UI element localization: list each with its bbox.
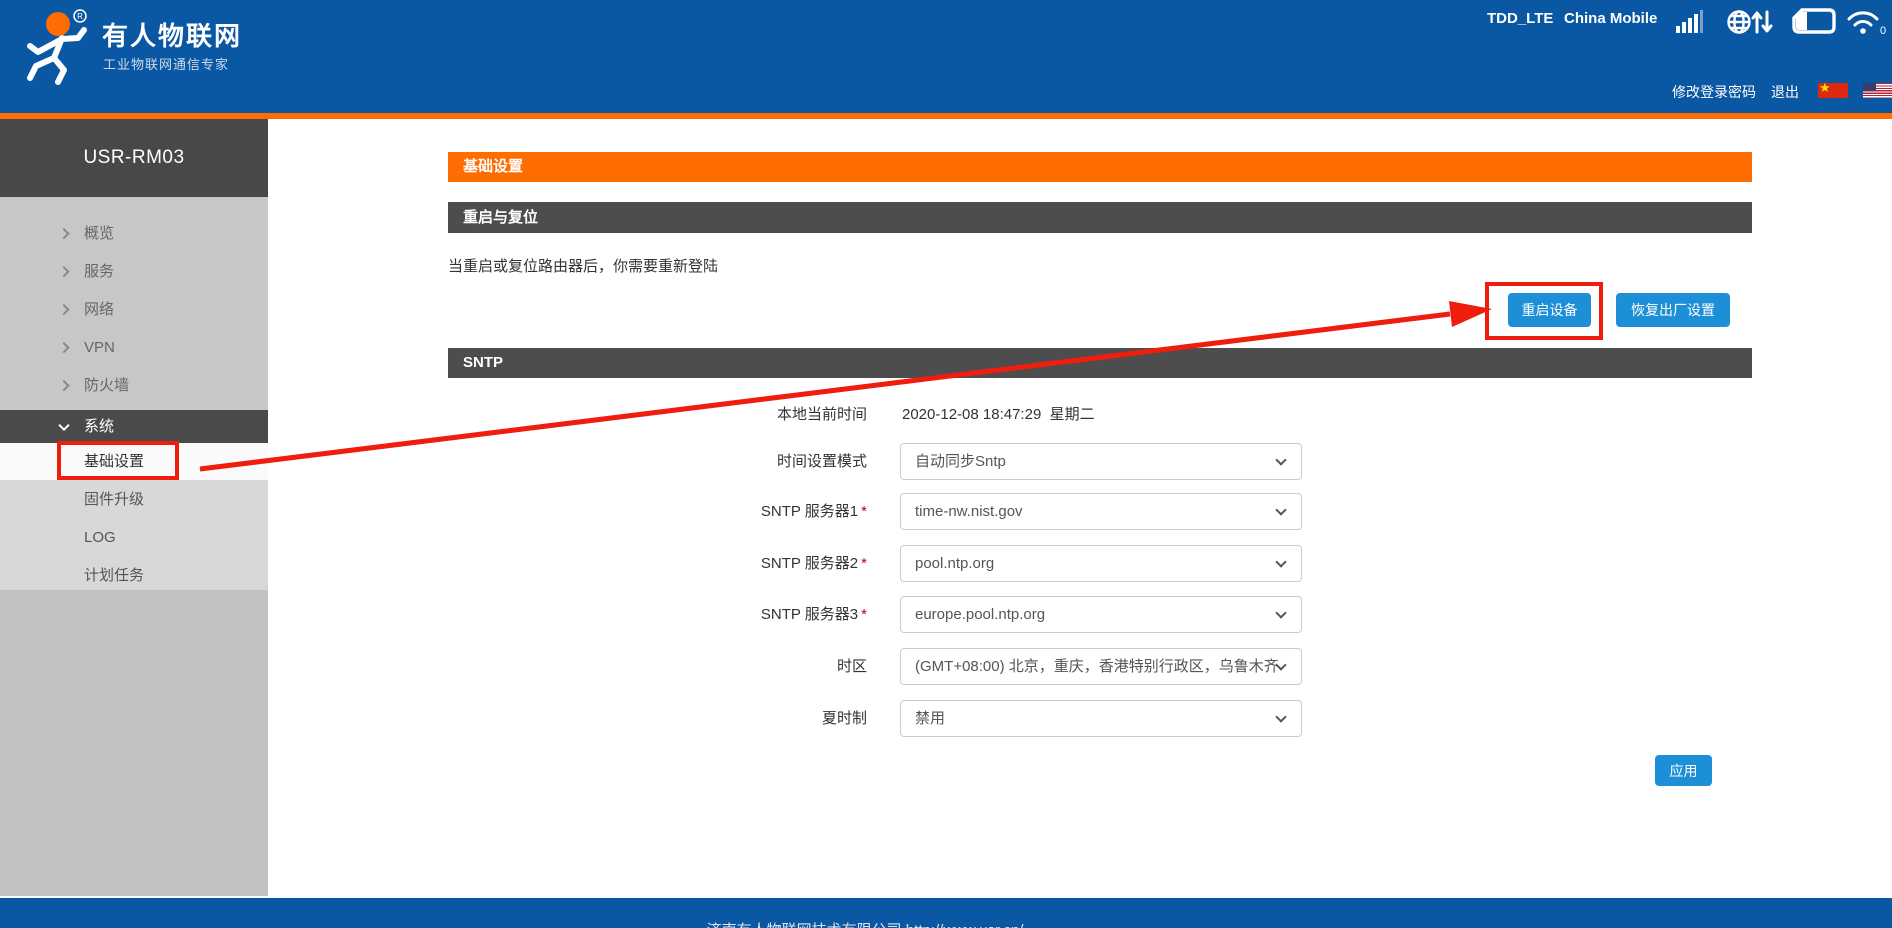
- apply-button[interactable]: 应用: [1655, 755, 1712, 786]
- sidebar-item-overview[interactable]: 概览: [0, 215, 268, 253]
- restart-section-title: 重启与复位: [448, 202, 1752, 233]
- sidebar-item-system[interactable]: 系统: [0, 410, 268, 443]
- chevron-right-icon: [58, 304, 69, 315]
- sidebar-item-vpn[interactable]: VPN: [0, 329, 268, 367]
- page-title: 基础设置: [448, 152, 1752, 182]
- usr-logo-icon: R: [16, 8, 96, 91]
- sidebar-filler: [0, 590, 268, 896]
- chevron-down-icon: [58, 419, 69, 430]
- footer: 济南有人物联网技术有限公司 http://www.usr.cn/: [0, 898, 1892, 928]
- sidebar-item-services[interactable]: 服务: [0, 253, 268, 291]
- data-globe-icon: [1727, 8, 1773, 41]
- sidebar-subitem-scheduled-tasks[interactable]: 计划任务: [0, 557, 268, 594]
- usa-flag-icon[interactable]: [1863, 83, 1892, 98]
- chevron-right-icon: [58, 380, 69, 391]
- registered-mark: R: [77, 12, 83, 21]
- field-label-timezone: 时区: [500, 648, 867, 685]
- wifi-icon: 0: [1846, 8, 1888, 41]
- sntp-server1-select[interactable]: time-nw.nist.gov: [900, 493, 1302, 530]
- sntp-section-title: SNTP: [448, 348, 1752, 378]
- device-name: USR-RM03: [0, 119, 268, 197]
- field-label-sntp-server1: SNTP 服务器1*: [500, 493, 867, 530]
- page: R 有人物联网 工业物联网通信专家 TDD_LTE China Mobile: [0, 0, 1892, 928]
- restart-note: 当重启或复位路由器后，你需要重新登陆: [448, 255, 718, 276]
- carrier-label: China Mobile: [1564, 10, 1657, 27]
- brand-title: 有人物联网: [102, 16, 242, 53]
- sidebar-item-network[interactable]: 网络: [0, 291, 268, 329]
- sntp-server3-select[interactable]: europe.pool.ntp.org: [900, 596, 1302, 633]
- field-label-local-time: 本地当前时间: [500, 403, 867, 424]
- required-marker: *: [861, 503, 867, 520]
- time-mode-select[interactable]: 自动同步Sntp: [900, 443, 1302, 480]
- accent-divider: [0, 113, 1892, 119]
- sidebar-subitem-basic-settings[interactable]: 基础设置: [0, 443, 268, 480]
- sntp-server2-select[interactable]: pool.ntp.org: [900, 545, 1302, 582]
- restart-device-button[interactable]: 重启设备: [1508, 293, 1591, 327]
- china-flag-icon[interactable]: ★: [1818, 83, 1848, 98]
- chevron-right-icon: [58, 228, 69, 239]
- factory-reset-button[interactable]: 恢复出厂设置: [1616, 293, 1730, 327]
- brand-subtitle: 工业物联网通信专家: [103, 54, 229, 73]
- required-marker: *: [861, 555, 867, 572]
- field-label-sntp-server3: SNTP 服务器3*: [500, 596, 867, 633]
- annotation-arrow-head: [1449, 301, 1492, 327]
- local-time-value: 2020-12-08 18:47:29 星期二: [902, 403, 1095, 424]
- chevron-right-icon: [58, 342, 69, 353]
- network-type-label: TDD_LTE: [1487, 10, 1553, 27]
- signal-strength-icon: [1676, 8, 1706, 39]
- field-label-sntp-server2: SNTP 服务器2*: [500, 545, 867, 582]
- sim-card-icon: [1792, 8, 1836, 39]
- footer-company-text: 济南有人物联网技术有限公司 http://www.usr.cn/: [0, 919, 1730, 928]
- change-password-link[interactable]: 修改登录密码: [1672, 82, 1756, 102]
- top-header: R 有人物联网 工业物联网通信专家 TDD_LTE China Mobile: [0, 0, 1892, 113]
- field-label-dst: 夏时制: [500, 700, 867, 737]
- sidebar-subitem-firmware-upgrade[interactable]: 固件升级: [0, 481, 268, 518]
- field-label-time-mode: 时间设置模式: [500, 443, 867, 480]
- dst-select[interactable]: 禁用: [900, 700, 1302, 737]
- sidebar-item-firewall[interactable]: 防火墙: [0, 367, 268, 405]
- sidebar-subitem-log[interactable]: LOG: [0, 519, 268, 556]
- timezone-select[interactable]: (GMT+08:00) 北京，重庆，香港特别行政区，乌鲁木齐: [900, 648, 1302, 685]
- required-marker: *: [861, 606, 867, 623]
- sidebar: USR-RM03 概览 服务 网络 VPN 防火墙 系统 基础设置: [0, 119, 268, 896]
- wifi-badge: 0: [1880, 25, 1886, 36]
- chevron-right-icon: [58, 266, 69, 277]
- logout-link[interactable]: 退出: [1771, 82, 1799, 102]
